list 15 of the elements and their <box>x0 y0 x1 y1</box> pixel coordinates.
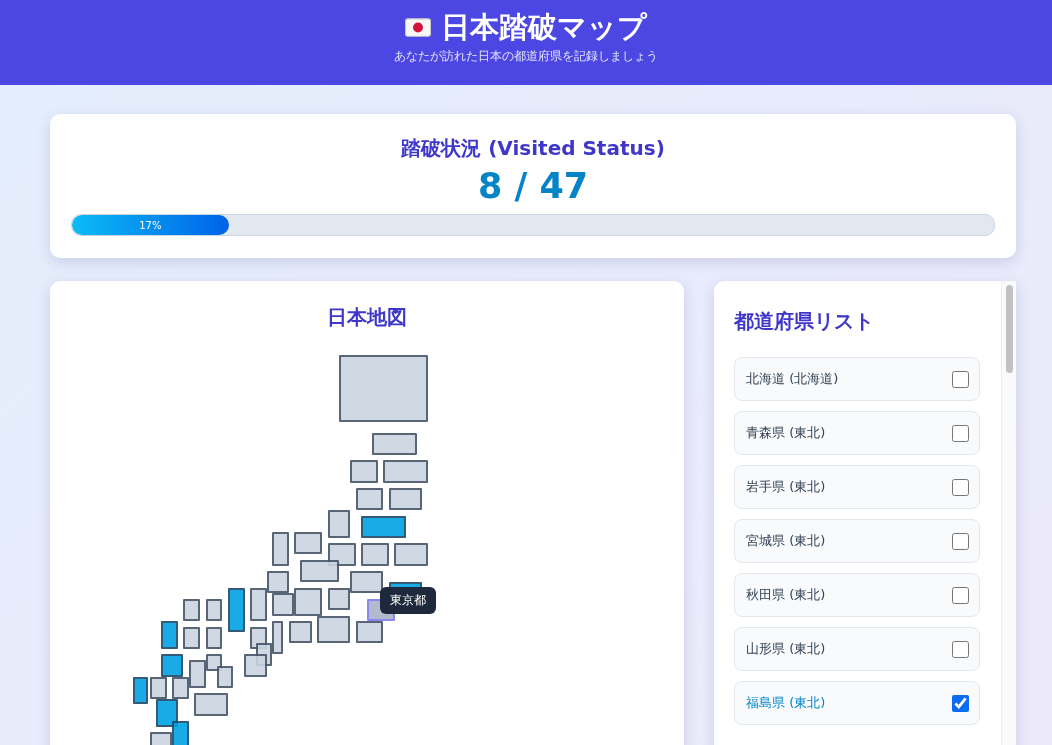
progress-label: 17% <box>139 219 162 231</box>
prefecture-label: 宮城県 (東北) <box>746 532 826 550</box>
prefecture-label: 秋田県 (東北) <box>746 586 826 604</box>
visited-count: 8 / 47 <box>477 165 589 208</box>
prefecture-label: 岩手県 (東北) <box>746 478 826 496</box>
prefecture-label: 福島県 (東北) <box>746 694 826 712</box>
prefecture-label: 山形県 (東北) <box>746 640 826 658</box>
tooltip: 東京都 <box>380 587 436 614</box>
prefecture-label: 北海道 (北海道) <box>746 370 839 388</box>
app-subtitle: あなたが訪れた日本の都道府県を記録しましょう <box>394 48 658 65</box>
app-title: 日本踏破マップ <box>441 9 647 45</box>
list-title: 都道府県リスト <box>734 308 875 335</box>
map-title: 日本地図 <box>326 304 408 331</box>
stats-title: 踏破状況 (Visited Status) <box>401 135 665 162</box>
prefecture-label: 青森県 (東北) <box>746 424 826 442</box>
